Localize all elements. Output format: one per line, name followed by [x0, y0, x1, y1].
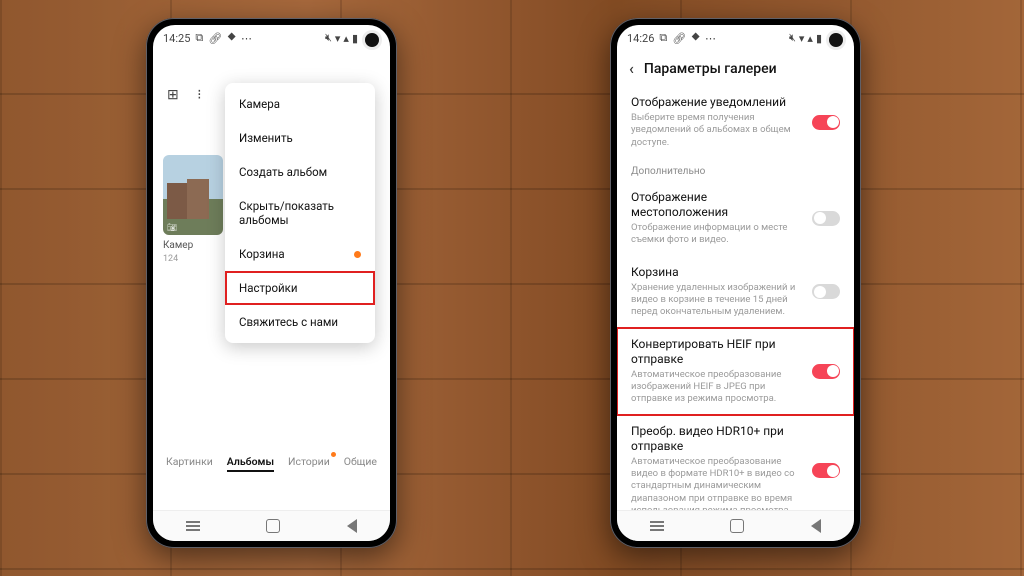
mute-icon: 🔇︎: [789, 31, 796, 45]
back-button[interactable]: [811, 519, 821, 533]
signal-icon: ▴: [343, 32, 349, 45]
menu-item-1[interactable]: Изменить: [225, 121, 375, 155]
menu-item-label: Создать альбом: [239, 165, 327, 179]
settings-row-title: Отображение местоположения: [631, 190, 804, 220]
menu-item-label: Свяжитесь с нами: [239, 315, 338, 329]
settings-row-text: Конвертировать HEIF при отправкеАвтомати…: [631, 337, 804, 406]
menu-item-0[interactable]: Камера: [225, 87, 375, 121]
page-title: Параметры галереи: [644, 61, 777, 77]
settings-row-subtitle: Отображение информации о месте съемки фо…: [631, 222, 804, 247]
settings-header: ‹ Параметры галереи: [617, 51, 854, 86]
status-bar: 14:26 ⧉ 🔗︎ ⯁ ⋯ 🔇︎ ▾ ▴ ▮: [617, 25, 854, 51]
screenshot-icon: ⧉: [195, 31, 203, 45]
home-button[interactable]: [266, 519, 280, 533]
home-button[interactable]: [730, 519, 744, 533]
more-icon: ⋯: [241, 32, 252, 45]
android-nav-bar: [617, 510, 854, 541]
settings-row-subtitle: Выберите время получения уведомлений об …: [631, 112, 804, 149]
camera-icon: 📷︎: [167, 223, 177, 232]
dropbox-icon: ⯁: [227, 31, 236, 45]
album-label: Камер: [163, 240, 193, 251]
menu-item-5[interactable]: Настройки: [225, 271, 375, 305]
screen-2: 14:26 ⧉ 🔗︎ ⯁ ⋯ 🔇︎ ▾ ▴ ▮ ‹ Параметры гале…: [617, 25, 854, 541]
menu-item-label: Настройки: [239, 281, 298, 295]
battery-icon: ▮: [816, 32, 822, 45]
menu-item-2[interactable]: Создать альбом: [225, 155, 375, 189]
settings-row-subtitle: Автоматическое преобразование изображени…: [631, 369, 804, 406]
badge-dot: [331, 452, 336, 457]
toggle-switch[interactable]: [812, 115, 840, 130]
tab-Общие[interactable]: Общие: [344, 455, 377, 472]
menu-item-label: Камера: [239, 97, 280, 111]
settings-row-text: Преобр. видео HDR10+ при отправкеАвтомат…: [631, 424, 804, 518]
camera-punch-hole: [829, 33, 843, 47]
android-nav-bar: [153, 510, 390, 541]
menu-item-4[interactable]: Корзина: [225, 237, 375, 271]
menu-item-label: Корзина: [239, 247, 285, 261]
phone-frame-2: 14:26 ⧉ 🔗︎ ⯁ ⋯ 🔇︎ ▾ ▴ ▮ ‹ Параметры гале…: [610, 18, 861, 548]
back-button[interactable]: [347, 519, 357, 533]
toggle-switch[interactable]: [812, 463, 840, 478]
settings-row-title: Конвертировать HEIF при отправке: [631, 337, 804, 367]
settings-row-text: Корзина Хранение удаленных изображений и …: [631, 265, 804, 319]
mute-icon: 🔇︎: [325, 31, 332, 45]
recent-apps-button[interactable]: [186, 525, 200, 527]
dropbox-icon: ⯁: [691, 31, 700, 45]
wifi-icon: ▾: [335, 32, 341, 45]
settings-row-2[interactable]: Отображение местоположенияОтображение ин…: [617, 181, 854, 256]
toggle-switch[interactable]: [812, 364, 840, 379]
settings-row-subtitle: Автоматическое преобразование видео в фо…: [631, 456, 804, 518]
status-time: 14:26: [627, 32, 654, 45]
section-label: Дополнительно: [617, 158, 854, 181]
tab-Картинки[interactable]: Картинки: [166, 455, 213, 472]
gallery-tabs: Картинки Альбомы Истории Общие: [153, 447, 390, 480]
menu-item-6[interactable]: Свяжитесь с нами: [225, 305, 375, 339]
tab-Альбомы[interactable]: Альбомы: [227, 455, 274, 472]
settings-row-3[interactable]: Корзина Хранение удаленных изображений и …: [617, 256, 854, 328]
status-time: 14:25: [163, 32, 190, 45]
back-arrow-icon[interactable]: ‹: [629, 59, 634, 78]
more-icon: ⋯: [705, 32, 716, 45]
settings-row-title: Корзина: [631, 265, 804, 280]
link-icon: 🔗︎: [672, 32, 686, 45]
status-bar: 14:25 ⧉ 🔗︎ ⯁ ⋯ 🔇︎ ▾ ▴ ▮: [153, 25, 390, 51]
menu-item-3[interactable]: Скрыть/показать альбомы: [225, 189, 375, 237]
settings-row-text: Отображение уведомлений Выберите время по…: [631, 95, 804, 149]
tab-Истории[interactable]: Истории: [288, 455, 330, 472]
phone-frame-1: 14:25 ⧉ 🔗︎ ⯁ ⋯ 🔇︎ ▾ ▴ ▮ ⊞ ⁝ 📷︎ Камер 124: [146, 18, 397, 548]
settings-row-0[interactable]: Отображение уведомлений Выберите время по…: [617, 86, 854, 158]
badge-dot: [354, 251, 361, 258]
settings-row-title: Отображение уведомлений: [631, 95, 804, 110]
signal-icon: ▴: [807, 32, 813, 45]
gallery-overflow-menu: Камера Изменить Создать альбом Скрыть/показ…: [225, 83, 375, 343]
settings-row-title: Преобр. видео HDR10+ при отправке: [631, 424, 804, 454]
wifi-icon: ▾: [799, 32, 805, 45]
gallery-top-icons: ⊞ ⁝: [167, 87, 204, 103]
toggle-switch[interactable]: [812, 211, 840, 226]
recent-apps-button[interactable]: [650, 525, 664, 527]
gallery-body: ⊞ ⁝ 📷︎ Камер 124 Камера Изменить Создать а…: [153, 51, 390, 511]
camera-punch-hole: [365, 33, 379, 47]
link-icon: 🔗︎: [208, 32, 222, 45]
toggle-switch[interactable]: [812, 284, 840, 299]
settings-row-4[interactable]: Конвертировать HEIF при отправкеАвтомати…: [617, 328, 854, 415]
settings-row-text: Отображение местоположенияОтображение ин…: [631, 190, 804, 247]
album-count: 124: [163, 254, 178, 264]
menu-item-label: Изменить: [239, 131, 293, 145]
settings-row-subtitle: Хранение удаленных изображений и видео в…: [631, 282, 804, 319]
album-caption: Камер 124: [163, 239, 193, 266]
battery-icon: ▮: [352, 32, 358, 45]
screenshot-icon: ⧉: [659, 31, 667, 45]
screen-1: 14:25 ⧉ 🔗︎ ⯁ ⋯ 🔇︎ ▾ ▴ ▮ ⊞ ⁝ 📷︎ Камер 124: [153, 25, 390, 541]
album-thumbnail[interactable]: 📷︎: [163, 155, 223, 235]
menu-item-label: Скрыть/показать альбомы: [239, 199, 361, 227]
settings-list: Отображение уведомлений Выберите время по…: [617, 86, 854, 541]
